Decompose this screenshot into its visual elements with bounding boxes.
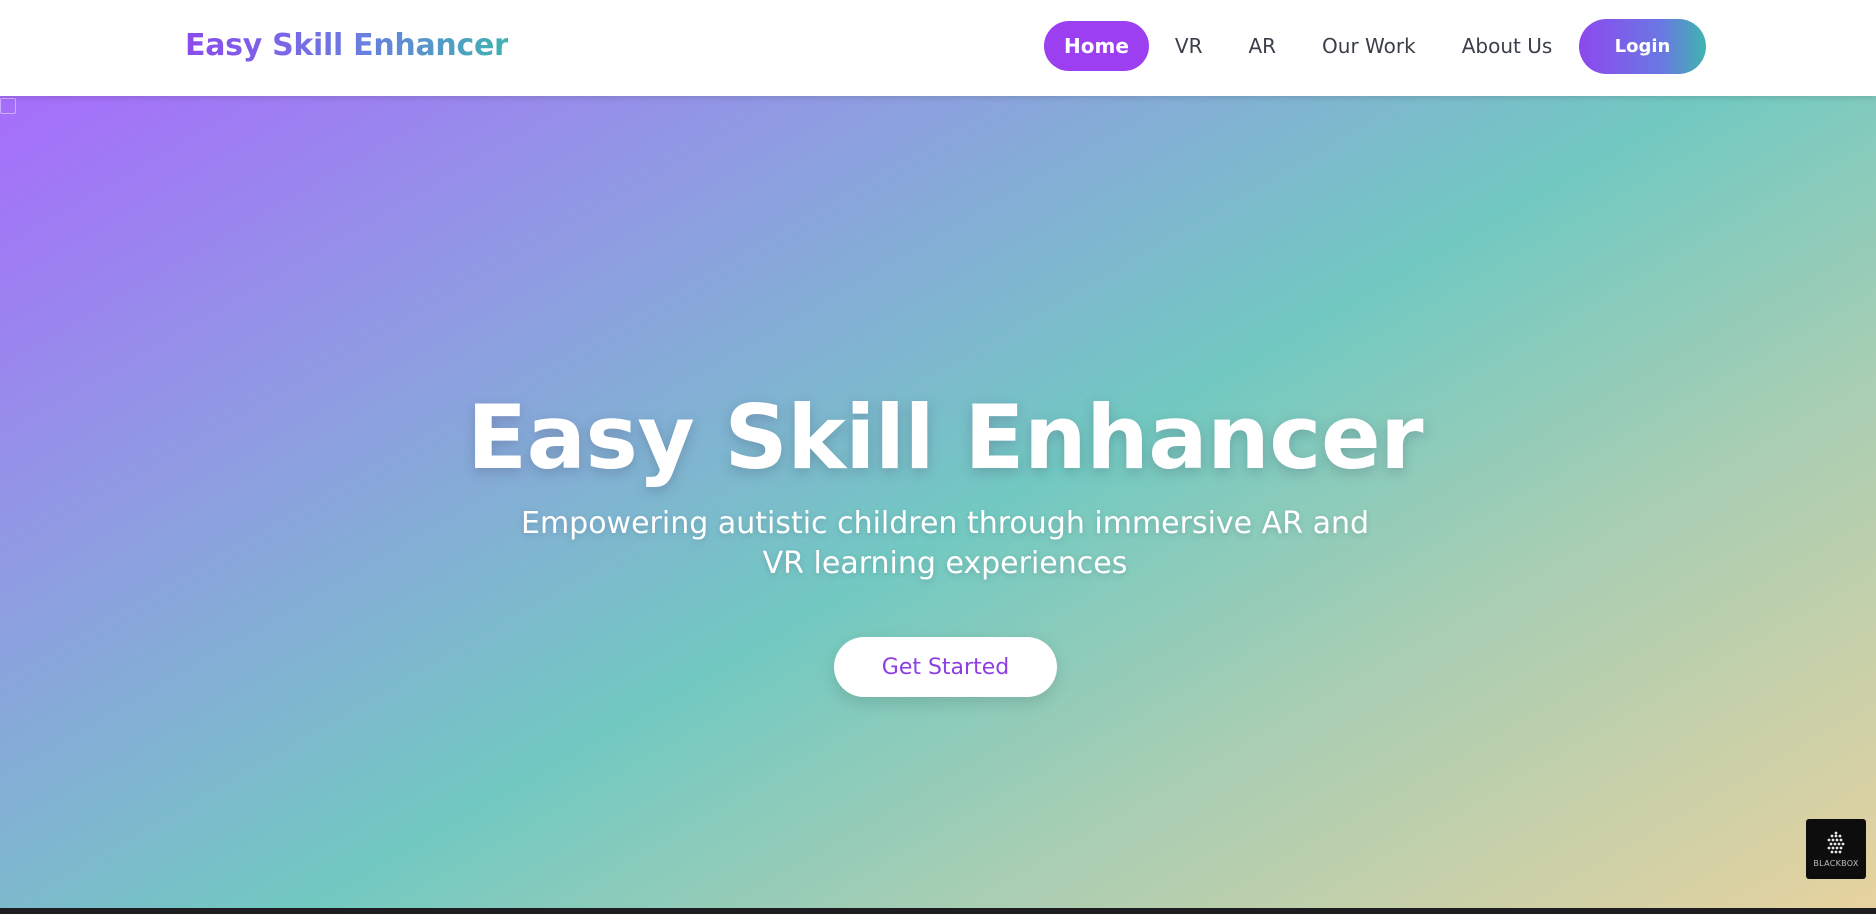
brand-logo-text[interactable]: Easy Skill Enhancer [185, 26, 509, 66]
nav-ar[interactable]: AR [1228, 21, 1296, 71]
nav-home[interactable]: Home [1044, 21, 1149, 71]
bottom-edge-bar [0, 908, 1876, 914]
nav-about-us[interactable]: About Us [1442, 21, 1573, 71]
hero-title: Easy Skill Enhancer [466, 386, 1424, 489]
nav-our-work[interactable]: Our Work [1302, 21, 1436, 71]
login-button[interactable]: Login [1579, 19, 1706, 74]
get-started-button[interactable]: Get Started [834, 637, 1057, 697]
blackbox-badge[interactable]: BLACKBOX [1806, 819, 1866, 879]
hero-subtitle: Empowering autistic children through imm… [520, 506, 1370, 581]
blackbox-logo-icon [1827, 831, 1845, 854]
top-navbar: Easy Skill Enhancer Home VR AR Our Work … [0, 0, 1876, 96]
hero-section: Easy Skill Enhancer Empowering autistic … [0, 96, 1876, 908]
blackbox-label: BLACKBOX [1813, 859, 1859, 868]
main-nav: Home VR AR Our Work About Us [1044, 21, 1578, 71]
broken-image-icon [0, 98, 16, 114]
nav-vr[interactable]: VR [1155, 21, 1223, 71]
